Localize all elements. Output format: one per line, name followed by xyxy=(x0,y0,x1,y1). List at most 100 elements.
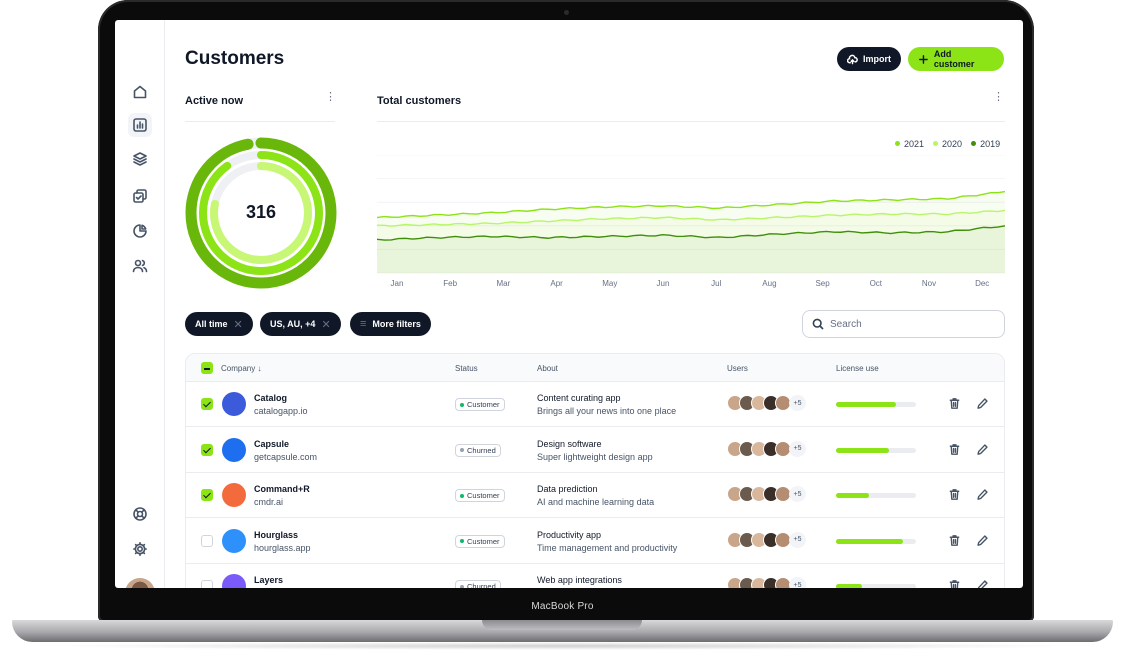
legend-item: 2020 xyxy=(933,139,962,149)
about-title: Productivity app xyxy=(537,529,602,540)
base-shadow xyxy=(40,642,1085,650)
table-row[interactable]: Capsule getcapsule.com Churned Design so… xyxy=(186,428,1004,473)
search-placeholder: Search xyxy=(830,318,862,330)
camera xyxy=(564,10,569,15)
import-label: Import xyxy=(863,54,891,64)
license-bar xyxy=(836,402,916,407)
filter-chip-time[interactable]: All time ✕ xyxy=(185,312,253,336)
status-label: Customer xyxy=(467,491,500,500)
more-filters-button[interactable]: ≡ More filters xyxy=(350,312,431,336)
legend-dot xyxy=(895,141,900,146)
add-customer-label: Add customer xyxy=(933,49,975,69)
about-description: AI and machine learning data xyxy=(537,497,655,507)
pie-chart-icon[interactable] xyxy=(128,219,152,243)
edit-icon[interactable] xyxy=(976,534,990,548)
x-tick-label: Jun xyxy=(657,279,670,288)
edit-icon[interactable] xyxy=(976,397,990,411)
license-bar xyxy=(836,538,916,544)
x-tick-label: Nov xyxy=(922,279,936,288)
home-icon[interactable] xyxy=(128,80,152,104)
legend-label: 2021 xyxy=(904,139,925,149)
edit-icon[interactable] xyxy=(976,579,990,588)
status-badge: Churned xyxy=(455,443,501,457)
company-logo xyxy=(222,483,246,507)
search-input[interactable]: Search xyxy=(802,310,1005,338)
device-mockup: MacBook Pro Customers Import Add custome… xyxy=(0,0,1125,657)
about-description: Super lightweight design app xyxy=(537,451,653,462)
close-icon[interactable]: ✕ xyxy=(234,318,243,331)
x-tick-label: Mar xyxy=(497,279,511,288)
row-checkbox[interactable] xyxy=(201,580,213,588)
check-copy-icon[interactable] xyxy=(128,184,152,208)
license-bar xyxy=(836,447,916,453)
import-button[interactable]: Import xyxy=(837,47,901,71)
x-tick-label: May xyxy=(602,279,617,288)
layers-icon[interactable] xyxy=(128,147,152,171)
user-avatar[interactable] xyxy=(125,578,155,588)
status-dot xyxy=(460,493,464,498)
column-about: About xyxy=(537,364,558,373)
status-dot xyxy=(460,448,464,452)
about-title: Data prediction xyxy=(537,484,598,494)
status-badge: Churned xyxy=(455,580,501,588)
analytics-icon[interactable] xyxy=(128,113,152,137)
delete-icon[interactable] xyxy=(948,534,962,548)
x-tick-label: Feb xyxy=(443,279,457,288)
users-more-count: +5 xyxy=(789,531,806,548)
filter-chip-region[interactable]: US, AU, +4 ✕ xyxy=(260,312,341,336)
delete-icon[interactable] xyxy=(948,443,962,457)
users-more-count: +5 xyxy=(789,440,806,457)
close-icon[interactable]: ✕ xyxy=(321,318,330,331)
about-description: Time management and productivity xyxy=(537,542,678,553)
users-more-count: +5 xyxy=(789,395,806,411)
users-icon[interactable] xyxy=(128,254,152,278)
table-row[interactable]: Layers Churned Web app integrations +5 xyxy=(186,564,1004,588)
company-logo xyxy=(222,392,246,416)
x-tick-label: Aug xyxy=(762,279,776,288)
company-logo xyxy=(222,437,246,462)
status-badge: Customer xyxy=(455,534,505,548)
more-filters-label: More filters xyxy=(372,319,421,329)
support-icon[interactable] xyxy=(128,502,152,526)
table-row[interactable]: Hourglass hourglass.app Customer Product… xyxy=(186,519,1004,564)
row-checkbox[interactable] xyxy=(201,398,213,410)
page-title: Customers xyxy=(185,48,285,69)
table-row[interactable]: Catalog catalogapp.io Customer Content c… xyxy=(186,382,1004,427)
company-name: Catalog xyxy=(254,393,288,403)
x-tick-label: Sep xyxy=(815,279,830,288)
active-now-menu-icon[interactable]: ⋮ xyxy=(325,92,336,103)
select-all-checkbox[interactable] xyxy=(201,362,213,374)
screen: Customers Import Add customer Active now… xyxy=(115,20,1023,588)
row-checkbox[interactable] xyxy=(201,489,213,501)
x-tick-label: Jan xyxy=(391,279,404,288)
edit-icon[interactable] xyxy=(976,488,990,502)
column-company[interactable]: Company ↓ xyxy=(221,364,261,373)
delete-icon[interactable] xyxy=(948,397,962,411)
laptop-notch xyxy=(482,620,642,630)
cloud-upload-icon xyxy=(847,54,858,64)
row-checkbox[interactable] xyxy=(201,443,213,456)
company-name: Layers xyxy=(254,575,284,585)
settings-icon[interactable] xyxy=(128,537,152,561)
company-site: catalogapp.io xyxy=(254,406,308,416)
users-more-count: +5 xyxy=(789,486,806,502)
delete-icon[interactable] xyxy=(948,579,962,588)
edit-icon[interactable] xyxy=(976,443,990,457)
status-dot xyxy=(460,584,464,588)
license-fill xyxy=(836,584,862,588)
about-title: Web app integrations xyxy=(537,575,622,585)
license-fill xyxy=(836,538,904,544)
total-customers-menu-icon[interactable]: ⋮ xyxy=(993,92,1004,103)
delete-icon[interactable] xyxy=(948,488,962,502)
add-customer-button[interactable]: Add customer xyxy=(908,47,1004,71)
table-row[interactable]: Command+R cmdr.ai Customer Data predicti… xyxy=(186,473,1004,518)
device-label: MacBook Pro xyxy=(531,601,594,612)
status-badge: Customer xyxy=(455,398,505,411)
filter-chip-label: US, AU, +4 xyxy=(270,319,316,329)
user-avatars: +5 xyxy=(727,577,806,588)
row-checkbox[interactable] xyxy=(201,534,213,547)
license-fill xyxy=(836,402,896,407)
status-label: Customer xyxy=(467,400,500,409)
x-tick-label: Oct xyxy=(870,279,883,288)
license-bar xyxy=(836,584,916,588)
